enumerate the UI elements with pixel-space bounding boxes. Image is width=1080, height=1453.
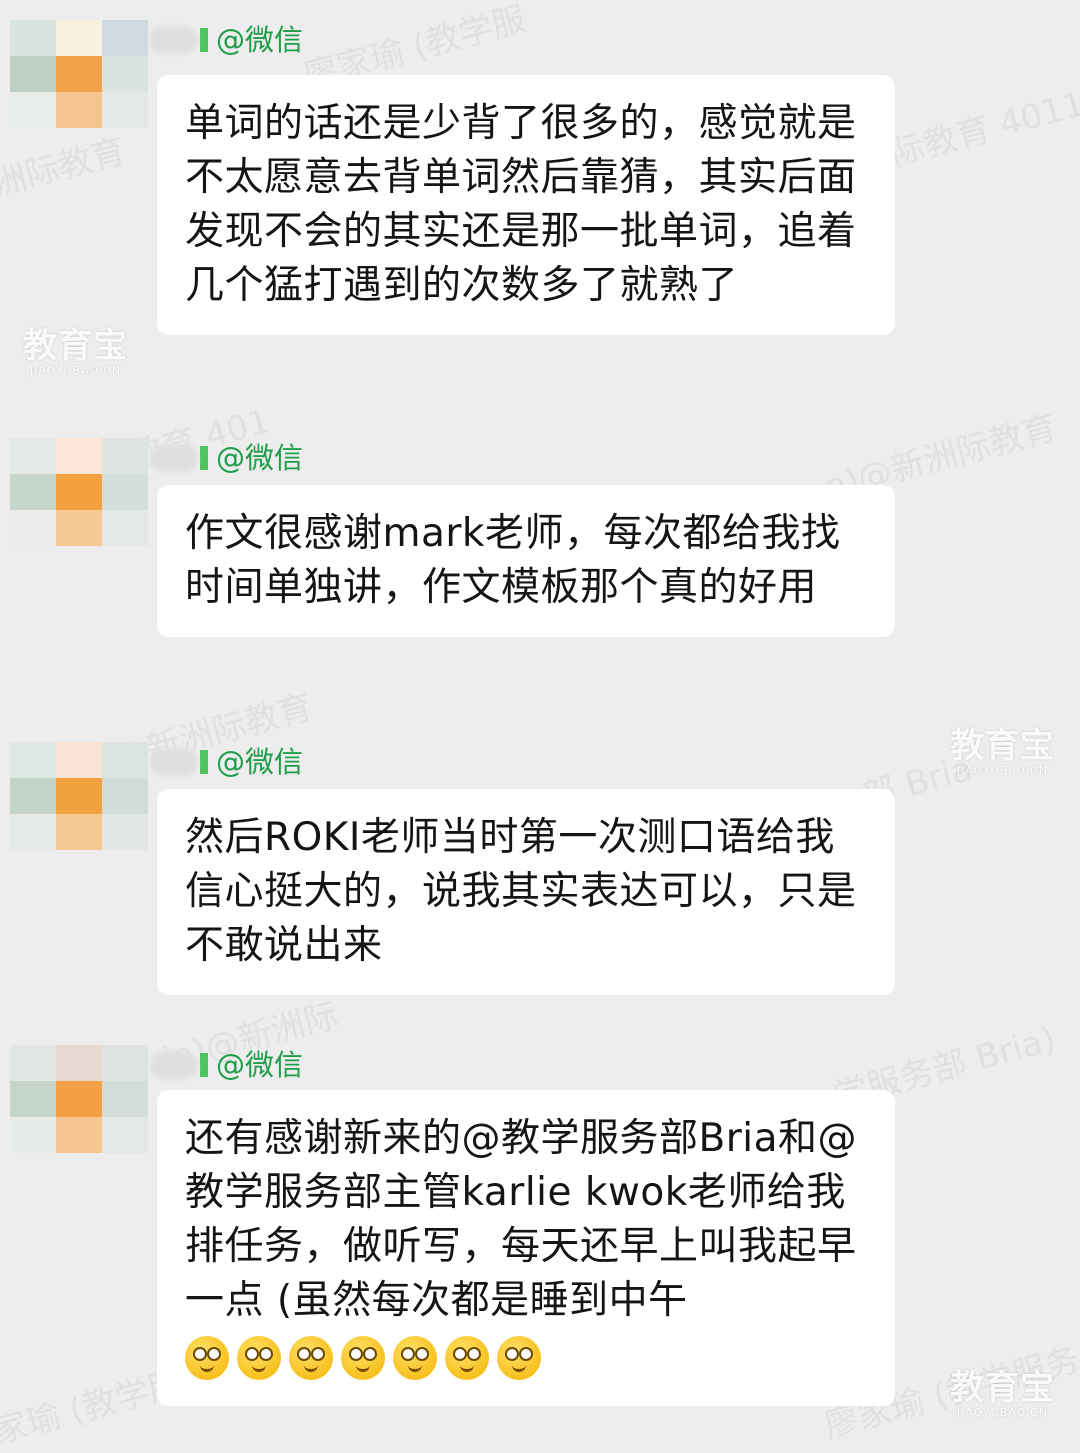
green-accent-bar (200, 446, 208, 470)
sender-tag: @微信 (216, 1048, 304, 1082)
sender-name[interactable]: @微信 (150, 1045, 303, 1085)
blurred-name (150, 748, 198, 776)
emoji-row (185, 1330, 549, 1384)
message-bubble[interactable]: 然后ROKI老师当时第一次测口语给我信心挺大的，说我其实表达可以，只是不敢说出来 (157, 789, 895, 995)
sender-tag: @微信 (216, 441, 304, 475)
blurred-name (150, 444, 198, 472)
sender-name[interactable]: @微信 (150, 20, 303, 60)
message-text: 单词的话还是少背了很多的，感觉就是不太愿意去背单词然后靠猜，其实后面发现不会的其… (185, 101, 857, 308)
green-accent-bar (200, 750, 208, 774)
message-text: 作文很感谢mark老师，每次都给我找时间单独讲，作文模板那个真的好用 (185, 511, 841, 610)
dizzy-face-icon (393, 1336, 437, 1380)
dizzy-face-icon (497, 1336, 541, 1380)
dizzy-face-icon (185, 1336, 229, 1380)
dizzy-face-icon (289, 1336, 333, 1380)
sender-name[interactable]: @微信 (150, 438, 303, 478)
dizzy-face-icon (445, 1336, 489, 1380)
jiaoyubao-logo: 教育宝 JIAOYUBAO.CN (23, 326, 128, 377)
message-bubble[interactable]: 作文很感谢mark老师，每次都给我找时间单独讲，作文模板那个真的好用 (157, 485, 895, 637)
avatar[interactable] (10, 1045, 150, 1153)
avatar[interactable] (10, 20, 150, 128)
message-text: 还有感谢新来的@教学服务部Bria和@教学服务部主管karlie kwok老师给… (185, 1112, 865, 1384)
avatar[interactable] (10, 742, 150, 850)
blurred-name (150, 26, 198, 54)
green-accent-bar (200, 28, 208, 52)
message-bubble[interactable]: 还有感谢新来的@教学服务部Bria和@教学服务部主管karlie kwok老师给… (157, 1090, 895, 1406)
jiaoyubao-logo: 教育宝 JIAOYUBAO.CN (950, 1368, 1055, 1419)
watermark-text: 洲际教育 (0, 130, 130, 205)
blurred-name (150, 1051, 198, 1079)
jiaoyubao-logo: 教育宝 JIAOYUBAO.CN (950, 726, 1055, 777)
message-bubble[interactable]: 单词的话还是少背了很多的，感觉就是不太愿意去背单词然后靠猜，其实后面发现不会的其… (157, 75, 895, 335)
message-text-body: 还有感谢新来的@教学服务部Bria和@教学服务部主管karlie kwok老师给… (185, 1116, 858, 1323)
dizzy-face-icon (341, 1336, 385, 1380)
sender-tag: @微信 (216, 745, 304, 779)
green-accent-bar (200, 1053, 208, 1077)
message-text: 然后ROKI老师当时第一次测口语给我信心挺大的，说我其实表达可以，只是不敢说出来 (185, 815, 857, 968)
avatar[interactable] (10, 438, 150, 546)
sender-name[interactable]: @微信 (150, 742, 303, 782)
dizzy-face-icon (237, 1336, 281, 1380)
sender-tag: @微信 (216, 23, 304, 57)
